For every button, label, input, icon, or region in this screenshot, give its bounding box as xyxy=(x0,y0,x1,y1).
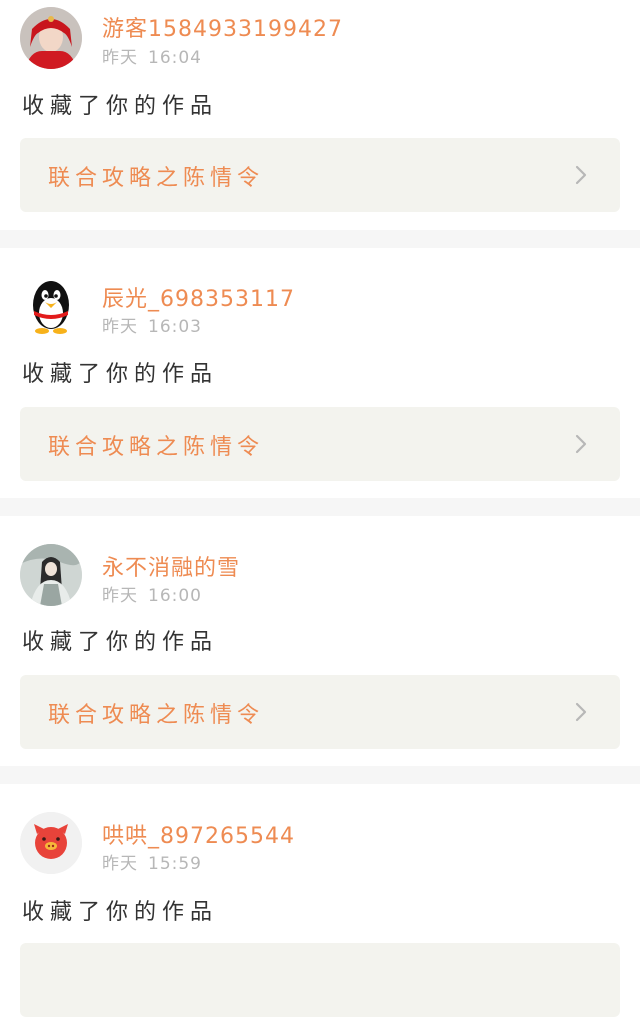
timestamp: 昨天 16:03 xyxy=(102,317,202,337)
work-title: 联合攻略之陈情令 xyxy=(48,166,265,191)
notification-item: 哄哄_897265544 昨天 15:59 收藏了你的作品 xyxy=(0,784,640,1036)
user-avatar[interactable] xyxy=(20,275,82,337)
notification-item: 永不消融的雪 昨天 16:00 收藏了你的作品 联合攻略之陈情令 xyxy=(0,516,640,768)
notification-item: 游客1584933199427 昨天 16:04 收藏了你的作品 联合攻略之陈情令 xyxy=(0,0,640,252)
work-card[interactable]: 联合攻略之陈情令 xyxy=(20,407,620,481)
separator xyxy=(0,230,640,248)
work-title: 联合攻略之陈情令 xyxy=(48,703,265,728)
username[interactable]: 游客1584933199427 xyxy=(102,11,343,43)
work-card[interactable] xyxy=(20,943,620,1017)
user-avatar[interactable] xyxy=(20,812,82,874)
user-avatar[interactable] xyxy=(20,7,82,69)
timestamp: 昨天 16:04 xyxy=(102,48,202,68)
timestamp: 昨天 16:00 xyxy=(102,586,202,606)
user-avatar[interactable] xyxy=(20,544,82,606)
work-card[interactable]: 联合攻略之陈情令 xyxy=(20,675,620,749)
username[interactable]: 哄哄_897265544 xyxy=(102,818,295,850)
chevron-right-icon xyxy=(570,701,592,723)
username[interactable]: 辰光_698353117 xyxy=(102,281,295,313)
chevron-right-icon xyxy=(570,433,592,455)
action-text: 收藏了你的作品 xyxy=(22,900,219,925)
work-title: 联合攻略之陈情令 xyxy=(48,435,265,460)
separator xyxy=(0,766,640,784)
action-text: 收藏了你的作品 xyxy=(22,94,219,119)
username[interactable]: 永不消融的雪 xyxy=(102,550,240,582)
work-card[interactable]: 联合攻略之陈情令 xyxy=(20,138,620,212)
action-text: 收藏了你的作品 xyxy=(22,630,219,655)
chevron-right-icon xyxy=(570,164,592,186)
notification-item: 辰光_698353117 昨天 16:03 收藏了你的作品 联合攻略之陈情令 xyxy=(0,248,640,500)
action-text: 收藏了你的作品 xyxy=(22,362,219,387)
timestamp: 昨天 15:59 xyxy=(102,854,202,874)
separator xyxy=(0,498,640,516)
